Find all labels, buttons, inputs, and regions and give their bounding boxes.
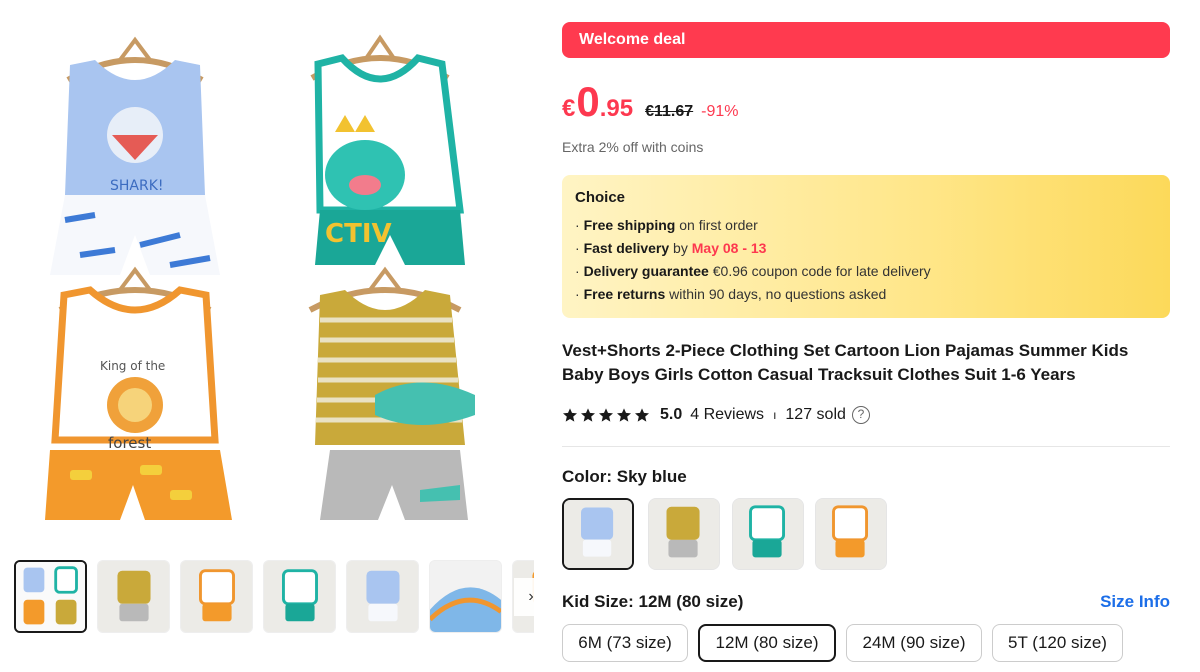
star-rating <box>562 407 650 423</box>
star-icon <box>581 408 595 422</box>
main-product-image[interactable]: SHARK! CTIV King of the forest <box>20 20 530 540</box>
thumbnail-2[interactable] <box>97 560 170 633</box>
help-icon[interactable]: ? <box>851 406 870 424</box>
choice-title: Choice <box>575 189 626 206</box>
reviews-link[interactable]: 4 Reviews <box>690 406 764 424</box>
benefit-line: · Free returns within 90 days, no questi… <box>575 286 887 302</box>
coins-note: Extra 2% off with coins <box>562 139 704 155</box>
color-label: Color: Sky blue <box>562 467 687 486</box>
chevron-right-icon[interactable]: › <box>514 578 534 616</box>
size-option-6m[interactable]: 6M (73 size) <box>562 624 688 662</box>
star-icon <box>617 408 631 422</box>
color-option-sky-blue[interactable] <box>562 498 634 570</box>
thumbnail-3[interactable] <box>180 560 253 633</box>
swatch-image <box>733 499 803 569</box>
product-collage-image: SHARK! CTIV King of the forest <box>45 34 475 520</box>
swatch-image <box>816 499 886 569</box>
welcome-deal-banner: Welcome deal <box>562 22 1170 58</box>
thumbnail-collage-image <box>16 562 85 631</box>
benefit-line: · Fast delivery by May 08 - 13 <box>575 240 767 256</box>
thumbnail-image <box>98 561 169 632</box>
size-option-12m[interactable]: 12M (80 size) <box>698 624 836 662</box>
color-option-green[interactable] <box>732 498 804 570</box>
color-option-yellow[interactable] <box>648 498 720 570</box>
rating-row: 5.0 4 Reviews ı 127 sold ? <box>562 403 870 427</box>
product-title: Vest+Shorts 2-Piece Clothing Set Cartoon… <box>562 341 1129 384</box>
rating-score: 5.0 <box>660 406 683 423</box>
svg-text:King of the: King of the <box>100 359 165 373</box>
thumbnail-5[interactable] <box>346 560 419 633</box>
divider <box>562 446 1170 447</box>
color-option-orange[interactable] <box>815 498 887 570</box>
price-row: € 0 .95 €11.67 -91% <box>562 78 739 128</box>
thumbnail-image <box>264 561 335 632</box>
star-icon <box>599 408 613 422</box>
image-gallery: SHARK! CTIV King of the forest › <box>0 0 540 672</box>
thumbnail-image <box>347 561 418 632</box>
price-whole: 0 <box>576 78 600 125</box>
choice-benefits-box[interactable]: Choice · Free shipping on first order · … <box>562 175 1170 318</box>
benefit-line: · Free shipping on first order <box>575 217 758 233</box>
thumbnail-image <box>181 561 252 632</box>
size-option-5t[interactable]: 5T (120 size) <box>992 624 1123 662</box>
svg-text:CTIV: CTIV <box>325 219 392 249</box>
swatch-image <box>649 499 719 569</box>
price-currency: € <box>562 95 576 122</box>
swatch-image <box>564 500 632 568</box>
svg-text:SHARK!: SHARK! <box>110 178 164 194</box>
size-info-link[interactable]: Size Info <box>1100 592 1170 612</box>
benefit-line: · Delivery guarantee €0.96 coupon code f… <box>575 263 931 279</box>
thumbnail-strip: › <box>14 560 534 636</box>
thumbnail-4[interactable] <box>263 560 336 633</box>
original-price: €11.67 <box>645 103 694 120</box>
delivery-date: May 08 - 13 <box>691 240 767 256</box>
size-option-24m[interactable]: 24M (90 size) <box>846 624 982 662</box>
size-label: Kid Size: 12M (80 size) <box>562 592 744 611</box>
svg-text:forest: forest <box>108 434 151 452</box>
thumbnail-6[interactable] <box>429 560 502 633</box>
thumbnail-1[interactable] <box>14 560 87 633</box>
sold-count: 127 sold <box>785 406 846 423</box>
star-icon <box>635 408 649 422</box>
separator: ı <box>773 408 777 422</box>
price-fraction: .95 <box>599 95 634 122</box>
thumbnail-image <box>430 561 501 632</box>
discount-percent: -91% <box>701 103 739 120</box>
star-icon <box>563 408 577 422</box>
